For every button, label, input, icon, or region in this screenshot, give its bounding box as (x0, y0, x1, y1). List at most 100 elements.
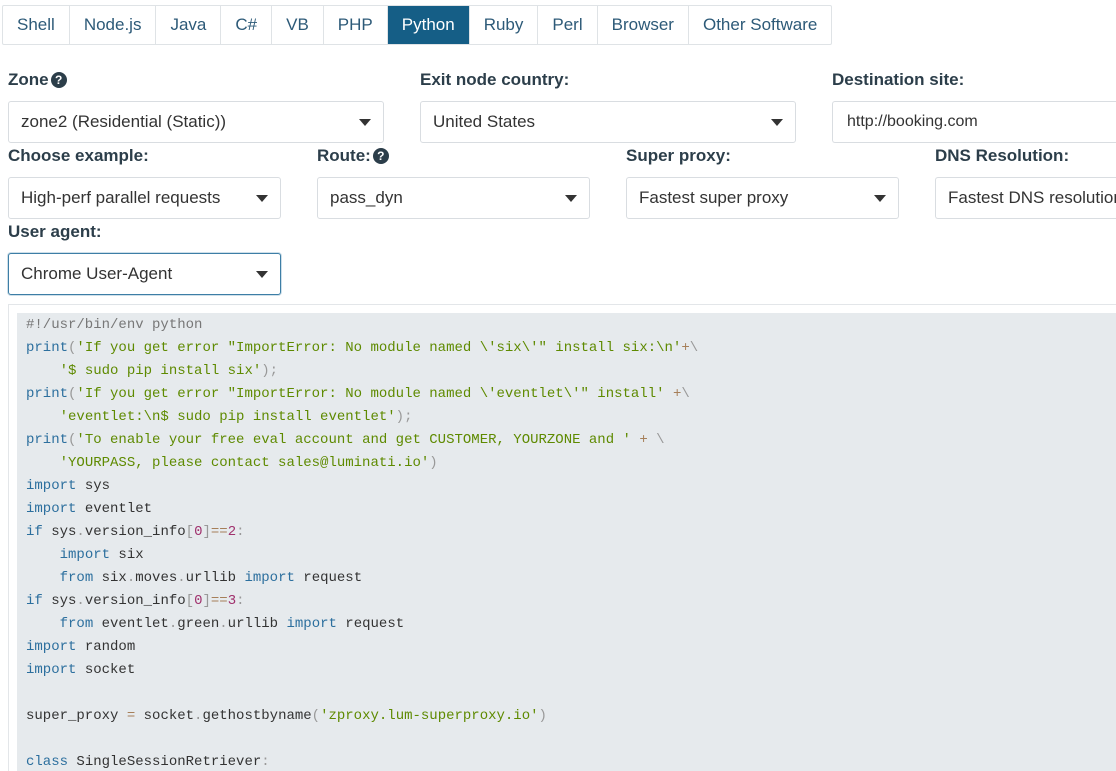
tab-other-software[interactable]: Other Software (689, 6, 831, 44)
code-token: import (26, 501, 77, 517)
code-token: ) (429, 455, 438, 471)
code-token: : (261, 754, 270, 770)
code-line: import random (26, 636, 1116, 659)
super-proxy-value: Fastest super proxy (639, 188, 789, 207)
code-line: print('To enable your free eval account … (26, 429, 1116, 452)
code-token: . (168, 616, 178, 632)
tab-ruby[interactable]: Ruby (470, 6, 539, 44)
route-label: Route: ? (317, 146, 389, 166)
user-agent-select[interactable]: Chrome User-Agent (8, 253, 281, 295)
dns-select[interactable]: Fastest DNS resolution (935, 177, 1116, 219)
code-token: ] (202, 524, 211, 540)
code-token: ( (311, 708, 321, 724)
code-token: if (26, 593, 43, 609)
code-token: \ (689, 340, 699, 356)
code-token: import (26, 639, 77, 655)
code-token: request (336, 616, 405, 632)
code-token: 'If you get error "ImportError: No modul… (76, 386, 665, 402)
code-line: print('If you get error "ImportError: No… (26, 337, 1116, 360)
route-value: pass_dyn (330, 188, 403, 207)
dns-label: DNS Resolution: (935, 146, 1070, 165)
code-line: import socket (26, 659, 1116, 682)
code-token: urllib (185, 570, 245, 586)
code-token: from (59, 570, 94, 586)
code-token: [ (185, 524, 195, 540)
code-panel: #!/usr/bin/env python print('If you get e… (8, 304, 1116, 771)
code-token: ); (261, 363, 279, 379)
code-token: six (110, 547, 144, 563)
exit-country-label: Exit node country: (420, 70, 570, 89)
code-block[interactable]: #!/usr/bin/env python print('If you get e… (17, 313, 1116, 771)
code-line: '$ sudo pip install six'); (26, 360, 1116, 383)
zone-select[interactable]: zone2 (Residential (Static)) (8, 101, 384, 143)
exit-country-select[interactable]: United States (420, 101, 796, 143)
tab-browser[interactable]: Browser (598, 6, 689, 44)
code-token: 'YOURPASS, please contact sales@luminati… (59, 455, 430, 471)
code-token: if (26, 524, 43, 540)
code-token: 'To enable your free eval account and ge… (76, 432, 631, 448)
code-token: gethostbyname (202, 708, 312, 724)
code-token: == (210, 524, 228, 540)
code-token: . (177, 570, 186, 586)
code-token: random (76, 639, 136, 655)
tab-node-js[interactable]: Node.js (70, 6, 157, 44)
code-token: \ (656, 432, 665, 448)
user-agent-value: Chrome User-Agent (21, 264, 173, 283)
code-token: super_proxy (26, 708, 127, 724)
help-icon[interactable]: ? (50, 72, 67, 88)
code-token: . (76, 524, 85, 540)
tab-php[interactable]: PHP (324, 6, 388, 44)
code-line: if sys.version_info[0]==3: (26, 590, 1116, 613)
code-token: SingleSessionRetriever (68, 754, 262, 770)
chevron-down-icon (565, 195, 577, 202)
code-token: ) (538, 708, 547, 724)
chevron-down-icon (771, 119, 783, 126)
tab-vb[interactable]: VB (272, 6, 324, 44)
code-line: 'YOURPASS, please contact sales@luminati… (26, 452, 1116, 475)
code-line: 'eventlet:\n$ sudo pip install eventlet'… (26, 406, 1116, 429)
tab-c-[interactable]: C# (221, 6, 273, 44)
tab-java[interactable]: Java (156, 6, 222, 44)
code-token: . (219, 616, 228, 632)
code-token: version_info (84, 593, 186, 609)
code-line: import sys (26, 475, 1116, 498)
zone-value: zone2 (Residential (Static)) (21, 112, 227, 131)
code-token: 'If you get error "ImportError: No modul… (76, 340, 682, 356)
code-token: : (236, 524, 245, 540)
code-token: 'zproxy.lum-superproxy.io' (320, 708, 539, 724)
route-select[interactable]: pass_dyn (317, 177, 590, 219)
code-token: socket (76, 662, 136, 678)
code-token: import (26, 478, 77, 494)
code-token: \ (681, 386, 690, 402)
code-token: [ (185, 593, 195, 609)
user-agent-label: User agent: (8, 222, 102, 241)
code-token: #!/usr/bin/env python (26, 317, 203, 333)
destination-input[interactable]: http://booking.com (832, 101, 1116, 143)
super-proxy-select[interactable]: Fastest super proxy (626, 177, 899, 219)
chevron-down-icon (874, 195, 886, 202)
code-token: 3 (227, 593, 237, 609)
code-token: eventlet (93, 616, 169, 632)
example-value: High-perf parallel requests (21, 188, 221, 207)
code-token: from (59, 616, 94, 632)
code-token: == (210, 593, 228, 609)
code-token: green (177, 616, 220, 632)
tab-shell[interactable]: Shell (3, 6, 70, 44)
tab-python[interactable]: Python (387, 6, 470, 44)
example-select[interactable]: High-perf parallel requests (8, 177, 281, 219)
code-token: + (681, 340, 690, 356)
code-token: 2 (227, 524, 237, 540)
code-line: super_proxy = socket.gethostbyname('zpro… (26, 705, 1116, 728)
code-token: : (236, 593, 245, 609)
tab-perl[interactable]: Perl (538, 6, 598, 44)
destination-label: Destination site: (832, 70, 965, 89)
code-token: import (59, 547, 111, 563)
code-token: sys (42, 524, 77, 540)
code-token: sys (42, 593, 77, 609)
help-icon[interactable]: ? (372, 148, 389, 164)
